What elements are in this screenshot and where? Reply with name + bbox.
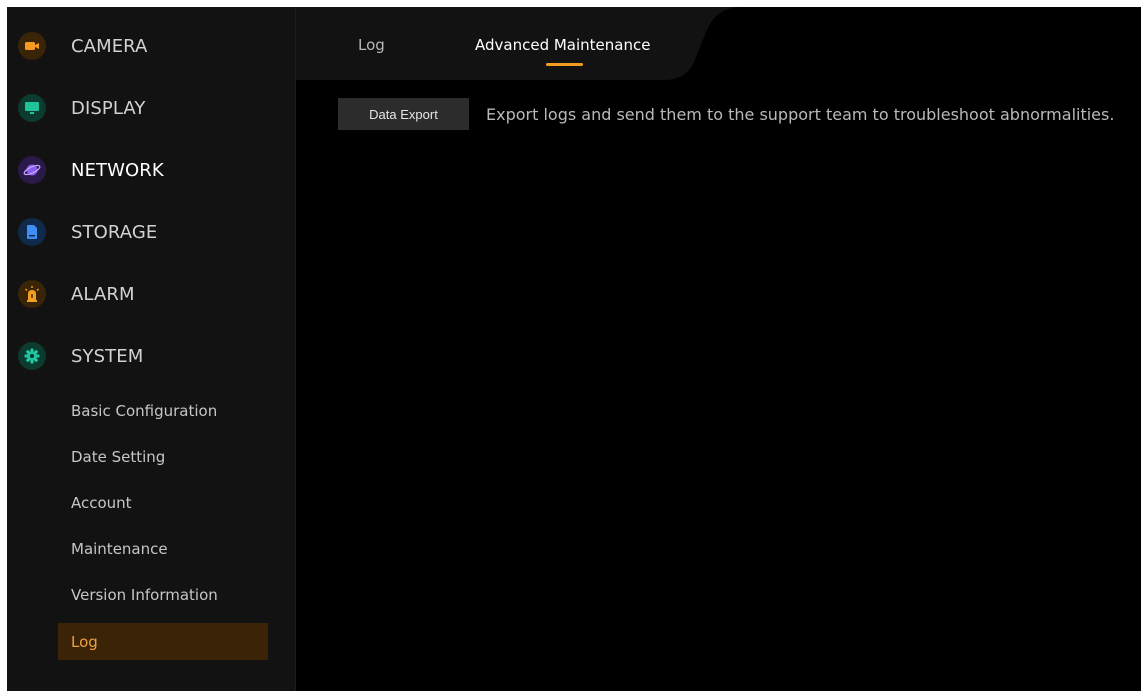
monitor-icon xyxy=(18,94,46,122)
sidebar-subitem-account[interactable]: Account xyxy=(58,484,268,521)
sidebar-subitem-log[interactable]: Log xyxy=(58,623,268,660)
sidebar-item-label: SYSTEM xyxy=(71,345,144,367)
storage-icon xyxy=(18,218,46,246)
tab-bar: Log Advanced Maintenance xyxy=(296,7,1141,80)
sidebar: CAMERA DISPLAY NETWORK STORAGE ALARM SYS… xyxy=(7,7,296,691)
sidebar-item-label: DISPLAY xyxy=(71,97,146,119)
sidebar-subitem-label: Account xyxy=(71,493,132,512)
gear-icon xyxy=(18,342,46,370)
sidebar-item-label: STORAGE xyxy=(71,221,158,243)
app-window: CAMERA DISPLAY NETWORK STORAGE ALARM SYS… xyxy=(7,7,1141,691)
sidebar-item-label: ALARM xyxy=(71,283,135,305)
sidebar-subitem-label: Maintenance xyxy=(71,539,168,558)
sidebar-item-system[interactable]: SYSTEM xyxy=(7,325,295,387)
tab-bar-background xyxy=(296,7,741,80)
sidebar-item-network[interactable]: NETWORK xyxy=(7,139,295,201)
globe-icon xyxy=(18,156,46,184)
camera-icon xyxy=(18,32,46,60)
sidebar-item-label: CAMERA xyxy=(71,35,148,57)
data-export-button[interactable]: Data Export xyxy=(338,98,469,130)
sidebar-item-camera[interactable]: CAMERA xyxy=(7,15,295,77)
sidebar-item-storage[interactable]: STORAGE xyxy=(7,201,295,263)
tab-advanced-maintenance[interactable]: Advanced Maintenance xyxy=(475,36,650,54)
active-tab-indicator xyxy=(546,63,583,66)
data-export-description: Export logs and send them to the support… xyxy=(486,105,1115,124)
sidebar-item-label: NETWORK xyxy=(71,159,164,181)
sidebar-subitem-label: Version Information xyxy=(71,585,218,604)
alarm-icon xyxy=(18,280,46,308)
sidebar-subitem-label: Date Setting xyxy=(71,447,166,466)
sidebar-subitem-date-setting[interactable]: Date Setting xyxy=(58,438,268,475)
sidebar-subitem-basic-configuration[interactable]: Basic Configuration xyxy=(58,392,268,429)
sidebar-subitem-label: Basic Configuration xyxy=(71,401,218,420)
sidebar-subitem-version-information[interactable]: Version Information xyxy=(58,576,268,613)
sidebar-subitem-maintenance[interactable]: Maintenance xyxy=(58,530,268,567)
sidebar-subitem-label: Log xyxy=(71,632,98,651)
sidebar-item-alarm[interactable]: ALARM xyxy=(7,263,295,325)
sidebar-item-display[interactable]: DISPLAY xyxy=(7,77,295,139)
tab-log[interactable]: Log xyxy=(358,36,385,54)
